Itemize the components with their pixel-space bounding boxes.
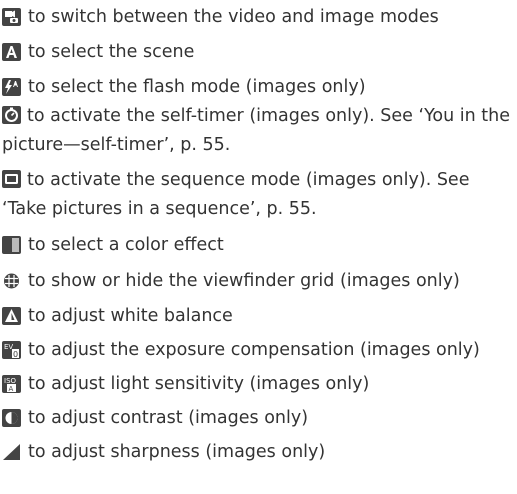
list-item: to activate the sequence mode (images on… (2, 166, 514, 224)
contrast-icon (2, 409, 21, 427)
list-item: to activate the self-timer (images only)… (2, 102, 514, 160)
self-timer-icon (2, 106, 21, 124)
white-balance-icon (2, 307, 21, 325)
sequence-icon (2, 170, 21, 188)
item-text: to switch between the video and image mo… (28, 7, 439, 27)
iso-icon: ISO A (2, 375, 21, 393)
item-text: to activate the self-timer (images only)… (2, 106, 511, 155)
item-text: to adjust white balance (28, 306, 233, 326)
exposure-icon: EV 0 (2, 341, 21, 359)
item-text: to adjust sharpness (images only) (28, 442, 326, 462)
item-text: to select the scene (28, 42, 195, 62)
sharpness-icon (2, 443, 21, 461)
color-effect-icon (2, 236, 21, 254)
flash-icon (2, 78, 21, 96)
scene-icon (2, 43, 21, 61)
item-text: to show or hide the viewfinder grid (ima… (28, 271, 460, 291)
svg-text:A: A (9, 385, 14, 393)
svg-text:0: 0 (13, 350, 18, 359)
grid-icon (2, 272, 21, 290)
item-text: to select a color effect (28, 235, 224, 255)
svg-text:ISO: ISO (4, 377, 17, 385)
switch-mode-icon (2, 8, 21, 26)
item-text: to adjust the exposure compensation (ima… (28, 340, 480, 360)
item-text: to activate the sequence mode (images on… (2, 170, 470, 219)
item-text: to select the flash mode (images only) (28, 77, 366, 97)
item-text: to adjust contrast (images only) (28, 408, 309, 428)
item-text: to adjust light sensitivity (images only… (28, 374, 370, 394)
